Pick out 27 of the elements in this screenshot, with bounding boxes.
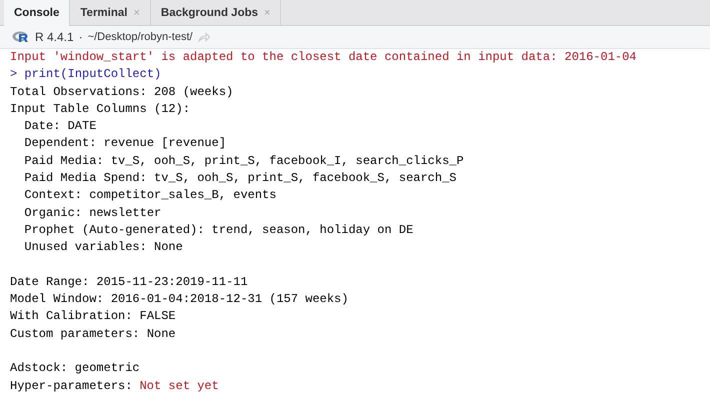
console-output: With Calibration: FALSE <box>10 308 177 326</box>
r-logo-icon <box>12 30 30 44</box>
console-output: Adstock: geometric <box>10 360 141 378</box>
console-output: Dependent: revenue [revenue] <box>23 135 228 152</box>
tab[interactable]: Console <box>4 0 70 26</box>
r-version: R 4.4.1 <box>35 30 74 44</box>
console-command: > print(InputCollect) <box>10 66 162 84</box>
console-output: Custom parameters: None <box>10 326 177 343</box>
warning-message: Input 'window_start' is adapted to the closest date contained in input data: 2016-01-04 <box>10 49 638 66</box>
console-output: Paid Media: tv_S, ooh_S, print_S, facebook_I, search_clicks_P <box>23 152 465 170</box>
console-output: Paid Media Spend: tv_S, ooh_S, print_S, facebook_S, search_S <box>23 170 458 188</box>
console-output: Input Table Columns (12): <box>10 100 192 118</box>
working-directory[interactable]: ~/Desktop/robyn-test/ <box>88 31 193 43</box>
console-output: Unused variables: None <box>23 239 184 256</box>
console-output: Organic: newsletter <box>23 204 162 222</box>
console-output: Total Observations: 208 (weeks) <box>10 84 234 101</box>
console-output: Context: competitor_sales_B, events <box>23 187 278 204</box>
console-output: Model Window: 2016-01-04:2018-12-31 (157 weeks) <box>10 291 350 308</box>
console-output: Date Range: 2015-11-23:2019-11-11 <box>10 274 249 291</box>
alert-text: Not set yet <box>140 378 219 393</box>
arrow-icon[interactable] <box>198 32 210 42</box>
separator-dot: · <box>78 30 83 44</box>
console-output: Prophet (Auto-generated): trend, season, holiday on DE <box>23 222 414 239</box>
tab[interactable]: Background Jobs × <box>150 0 282 25</box>
console-output: Hyper-parameters: <box>10 378 132 393</box>
tab[interactable]: Terminal × <box>70 0 151 25</box>
console-output: Date: DATE <box>23 118 98 136</box>
